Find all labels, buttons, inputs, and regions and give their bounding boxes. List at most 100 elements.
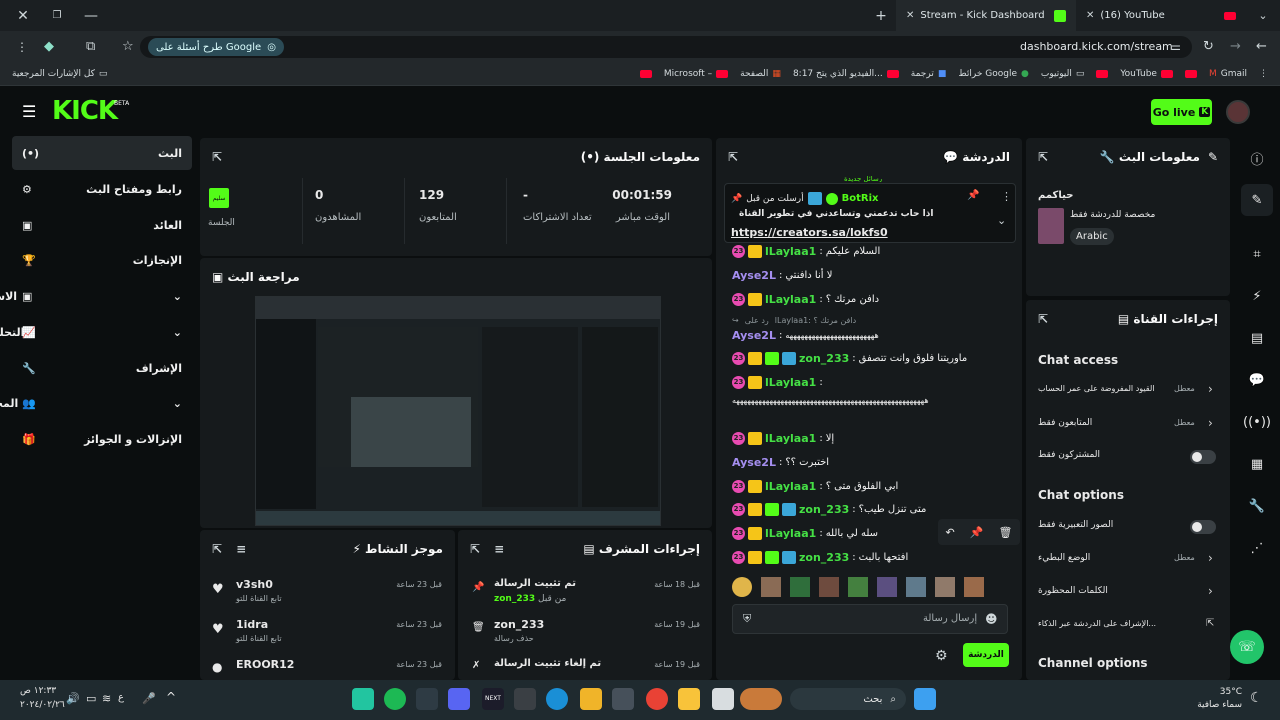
avatar[interactable] — [1226, 100, 1250, 124]
chat-username[interactable]: Ayse2L — [732, 456, 776, 469]
forward-icon[interactable]: → — [1230, 39, 1241, 54]
more-bookmarks-icon[interactable]: ⋮ — [1259, 69, 1268, 79]
search-chip[interactable]: طرح أسئلة على Google ◎ — [148, 38, 284, 56]
sidebar-item-stream-key[interactable]: رابط ومفتاح البث ⚙ — [12, 172, 192, 206]
setting-row[interactable]: المتابعون فقط معطل › — [1038, 416, 1218, 434]
chat-message[interactable]: 23 zon_233: ماوريتنا فلوق وانت تتصفق — [732, 352, 967, 365]
bookmark-star-icon[interactable]: ☆ — [122, 39, 134, 54]
sidebar-item-achievements[interactable]: الإنجازات 🏆 — [12, 243, 192, 277]
sidebar-item-studio[interactable]: ⌄ الاستديو ▣ — [0, 279, 192, 313]
language-indicator[interactable]: ع — [118, 692, 124, 703]
emote-icon[interactable] — [964, 577, 984, 597]
youtube-icon[interactable] — [639, 70, 652, 78]
app-icon[interactable] — [416, 688, 438, 710]
chat-message[interactable]: 23 lLaylaa1: ابي الفلوق متى ؟ — [732, 480, 898, 493]
scan-icon[interactable]: ⌗ — [1241, 238, 1273, 270]
widget-icon[interactable] — [740, 688, 782, 710]
setting-row[interactable]: الوضع البطيء معطل › — [1038, 551, 1218, 569]
filter-icon[interactable]: ≡ — [236, 542, 246, 556]
sidebar-item-stream[interactable]: البث (•) — [12, 136, 192, 170]
chat-username[interactable]: Ayse2L — [732, 329, 776, 342]
battery-icon[interactable]: ▭ — [86, 692, 96, 705]
sidebar-item-revenue[interactable]: العائد ▣ — [12, 208, 192, 242]
setting-row[interactable]: ...الإشراف على الدردشة عبر الذكاء ⇱ — [1038, 618, 1218, 635]
emote-icon[interactable] — [906, 577, 926, 597]
popout-icon[interactable]: ⇱ — [728, 150, 738, 164]
chat-username[interactable]: lLaylaa1 — [765, 432, 816, 445]
bookmark-translate[interactable]: ترجمة ■ — [911, 69, 947, 79]
chat-message[interactable]: 23 zon_233: متى تنزل طيب؟ — [732, 503, 926, 516]
sidebar-item-drops[interactable]: الإنزالات و الجوائز 🎁 — [12, 422, 192, 456]
all-bookmarks[interactable]: كل الإشارات المرجعية ▭ — [12, 69, 107, 79]
tab-kick-dashboard[interactable]: ✕ Stream - Kick Dashboard — [896, 0, 1076, 31]
chat-message[interactable]: Ayse2L: ههههههههههههههههههههههههه — [732, 329, 879, 342]
tab-youtube[interactable]: ✕ (16) YouTube — [1076, 0, 1246, 31]
chat-username[interactable]: Ayse2L — [732, 269, 776, 282]
youtube-icon[interactable] — [1096, 70, 1109, 78]
minimize-window-icon[interactable]: — — [68, 8, 114, 24]
emote-icon[interactable] — [761, 577, 781, 597]
volume-icon[interactable]: 🔊 — [66, 692, 80, 705]
document-icon[interactable]: ▤ — [1241, 322, 1273, 354]
chat-username[interactable]: lLaylaa1 — [765, 480, 816, 493]
emote-icon[interactable] — [877, 577, 897, 597]
tray-chevron-icon[interactable]: ^ — [166, 690, 176, 704]
chat-username[interactable]: lLaylaa1 — [765, 245, 816, 258]
edit-icon[interactable]: ✎ — [1241, 184, 1273, 216]
sidebar-item-moderation[interactable]: الإشراف 🔧 — [12, 351, 192, 385]
chat-input[interactable]: ☻ إرسال رسالة ⛨ — [732, 604, 1008, 634]
emote-icon[interactable] — [819, 577, 839, 597]
pin-icon[interactable]: 📌 — [967, 190, 979, 201]
setting-row[interactable]: المشتركون فقط — [1038, 450, 1218, 466]
taskbar-search[interactable]: بحث ⌕ — [790, 688, 906, 710]
tab-search-icon[interactable]: ⌄ — [1246, 9, 1280, 22]
bookmark-youtube-ar[interactable]: اليوتيوب ▭ — [1041, 69, 1084, 79]
chat-message[interactable]: 23 lLaylaa1: — [732, 376, 823, 389]
youtube-icon[interactable] — [1184, 70, 1197, 78]
setting-row[interactable]: الصور التعبيرية فقط — [1038, 520, 1218, 536]
discord-icon[interactable] — [448, 688, 470, 710]
chat-message[interactable]: 23 lLaylaa1: دافن مرتك ؟ — [732, 293, 879, 306]
pencil-icon[interactable]: ✎ — [1208, 150, 1218, 164]
chat-username[interactable]: lLaylaa1 — [765, 527, 816, 540]
wifi-icon[interactable]: ≋ — [102, 692, 111, 705]
category-thumbnail[interactable] — [1038, 208, 1064, 244]
chat-username[interactable]: zon_233 — [799, 352, 849, 365]
app-icon[interactable] — [514, 688, 536, 710]
language-tag[interactable]: Arabic — [1070, 228, 1114, 245]
wrench-icon[interactable]: 🔧 — [1241, 490, 1273, 522]
popout-icon[interactable]: ⇱ — [212, 542, 222, 556]
edge-icon[interactable] — [546, 688, 568, 710]
bookmark-youtube[interactable]: YouTube — [1120, 69, 1173, 79]
share-icon[interactable]: ⋰ — [1241, 532, 1273, 564]
app-icon[interactable] — [352, 688, 374, 710]
site-settings-icon[interactable]: ⚌ — [1171, 40, 1181, 53]
chevron-down-icon[interactable]: ⌄ — [997, 214, 1006, 227]
layout-icon[interactable]: ▦ — [1241, 448, 1273, 480]
kick-logo[interactable]: KICK — [52, 96, 118, 126]
subscribers-only-toggle[interactable] — [1190, 450, 1216, 464]
more-options-icon[interactable]: ⋮ — [1001, 190, 1012, 203]
emote-icon[interactable] — [790, 577, 810, 597]
pinned-message[interactable]: ⋮ 📌 ⌄ 📌 أرسلت من قبل BotRix اذا حاب تدعم… — [724, 183, 1016, 243]
microphone-icon[interactable]: 🎤 — [142, 692, 156, 705]
app-icon[interactable] — [580, 688, 602, 710]
chat-username[interactable]: lLaylaa1 — [765, 293, 816, 306]
popout-icon[interactable]: ⇱ — [470, 542, 480, 556]
sidebar-item-analytics[interactable]: ⌄ التحليلات📈 — [0, 315, 192, 349]
support-headset-button[interactable]: ☏ — [1230, 630, 1264, 664]
close-window-icon[interactable]: ✕ — [0, 8, 46, 24]
restore-window-icon[interactable]: ❐ — [46, 10, 68, 21]
emote-icon[interactable] — [848, 577, 868, 597]
bookmark-video[interactable]: 8:17 الفيديو الذي يتح... — [793, 69, 899, 79]
file-explorer-icon[interactable] — [678, 688, 700, 710]
sidebar-item-community[interactable]: ⌄ المجتمع👥 — [0, 386, 192, 420]
popout-icon[interactable]: ⇱ — [212, 150, 222, 164]
chat-username[interactable]: lLaylaa1 — [765, 376, 816, 389]
chat-send-button[interactable]: الدردشة — [963, 643, 1009, 667]
emotes-only-toggle[interactable] — [1190, 520, 1216, 534]
setting-row[interactable]: الكلمات المحظورة › — [1038, 584, 1218, 602]
bolt-icon[interactable]: ⚡ — [1241, 280, 1273, 312]
spotify-icon[interactable] — [384, 688, 406, 710]
chat-bubble-icon[interactable]: 💬 — [1241, 364, 1273, 396]
